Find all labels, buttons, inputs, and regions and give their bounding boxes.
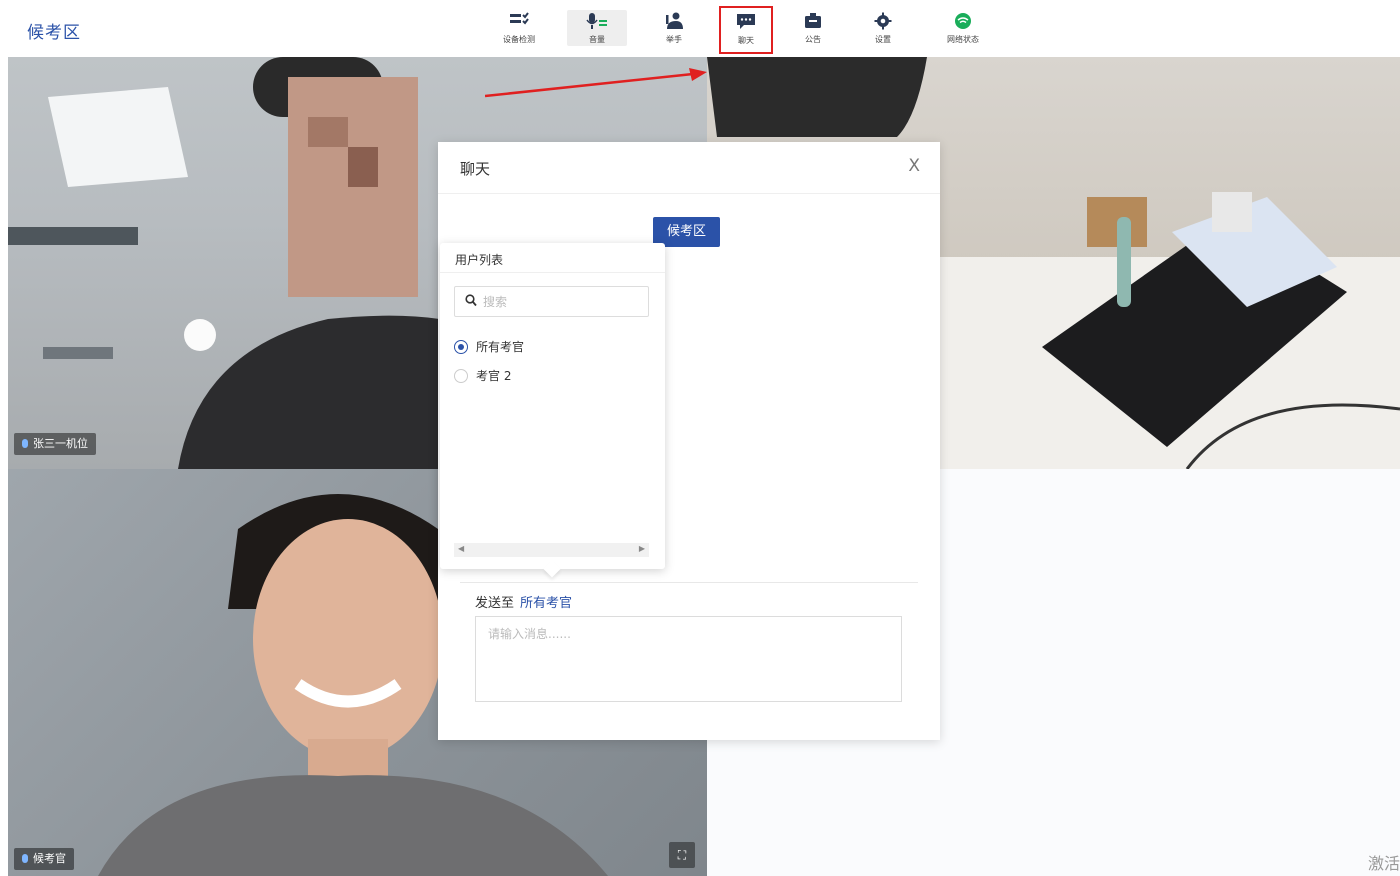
send-to-row: 发送至 所有考官 <box>475 592 572 611</box>
scroll-right-icon[interactable]: ▶ <box>639 544 645 553</box>
chat-label: 聊天 <box>738 36 754 45</box>
settings-button[interactable]: 设置 <box>853 10 913 46</box>
volume-label: 音量 <box>589 35 605 44</box>
chat-button[interactable]: 聊天 <box>719 6 773 54</box>
search-icon <box>465 294 477 308</box>
scroll-left-icon[interactable]: ◀ <box>458 544 464 553</box>
announcement-icon <box>783 12 843 32</box>
radio-selected[interactable] <box>454 340 468 354</box>
message-input[interactable] <box>475 616 902 702</box>
participant-name-tag-2: 候考官 <box>14 848 74 870</box>
raise-hand-label: 举手 <box>666 35 682 44</box>
announcement-button[interactable]: 公告 <box>783 10 843 46</box>
page-title: 候考区 <box>27 23 81 43</box>
user-list-title: 用户列表 <box>440 243 665 273</box>
send-to-target[interactable]: 所有考官 <box>520 596 572 611</box>
announcement-label: 公告 <box>805 35 821 44</box>
device-check-label: 设备检测 <box>503 35 535 44</box>
fullscreen-icon: ⛶ <box>677 848 687 862</box>
microphone-icon-2 <box>22 854 28 863</box>
send-to-label: 发送至 <box>475 596 515 611</box>
participant-name-tag: 张三一机位 <box>14 433 96 455</box>
microphone-volume-icon <box>567 12 627 32</box>
participant-name-2: 候考官 <box>33 852 66 865</box>
chat-title: 聊天 <box>460 160 491 178</box>
search-input[interactable] <box>483 292 638 311</box>
horizontal-scrollbar[interactable]: ◀ ▶ <box>454 543 649 557</box>
user-option-label: 考官 2 <box>476 369 512 383</box>
volume-button[interactable]: 音量 <box>567 10 627 46</box>
top-bar: 候考区 设备检测 音量 举手 聊天 公告 设置 网络状态 <box>0 0 1400 56</box>
raise-hand-button[interactable]: 举手 <box>644 10 704 46</box>
divider <box>460 582 918 583</box>
settings-label: 设置 <box>875 35 891 44</box>
fullscreen-button[interactable]: ⛶ <box>669 842 695 868</box>
network-status-label: 网络状态 <box>947 35 979 44</box>
close-icon[interactable]: X <box>908 156 920 176</box>
user-option-examiner-2[interactable]: 考官 2 <box>454 367 511 387</box>
chat-icon <box>721 13 771 33</box>
user-search[interactable] <box>454 286 649 317</box>
device-check-button[interactable]: 设备检测 <box>489 10 549 46</box>
user-list-popover: 用户列表 所有考官 考官 2 ◀ ▶ <box>440 243 665 578</box>
user-option-all-examiners[interactable]: 所有考官 <box>454 338 524 358</box>
network-status-icon <box>933 12 993 32</box>
annotation-arrow <box>485 68 707 98</box>
microphone-icon <box>22 439 28 448</box>
device-check-icon <box>489 12 549 32</box>
raise-hand-icon <box>644 12 704 32</box>
gear-icon <box>853 12 913 32</box>
user-option-label: 所有考官 <box>476 340 525 354</box>
radio-unselected[interactable] <box>454 369 468 383</box>
network-status-button[interactable]: 网络状态 <box>933 10 993 46</box>
activation-watermark: 激活 <box>1367 854 1400 873</box>
participant-name: 张三一机位 <box>33 437 88 450</box>
chat-header: 聊天 X <box>438 142 940 194</box>
